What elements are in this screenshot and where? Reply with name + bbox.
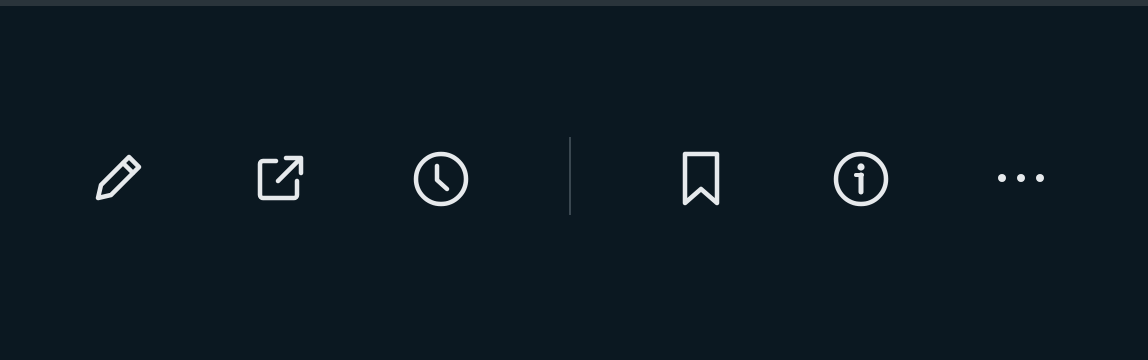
history-button[interactable] — [407, 145, 471, 209]
open-external-button[interactable] — [248, 145, 312, 209]
info-button[interactable] — [827, 145, 891, 209]
info-icon — [833, 151, 889, 207]
pencil-icon — [95, 154, 142, 201]
bookmark-icon — [682, 151, 720, 206]
edit-button[interactable] — [87, 145, 151, 209]
more-horizontal-icon — [998, 174, 1044, 182]
app-window — [0, 0, 1148, 360]
external-link-icon — [257, 155, 304, 201]
toolbar — [0, 0, 1148, 360]
more-button[interactable] — [988, 145, 1052, 209]
clock-icon — [413, 151, 469, 207]
toolbar-divider — [569, 137, 571, 215]
bookmark-button[interactable] — [668, 145, 732, 209]
